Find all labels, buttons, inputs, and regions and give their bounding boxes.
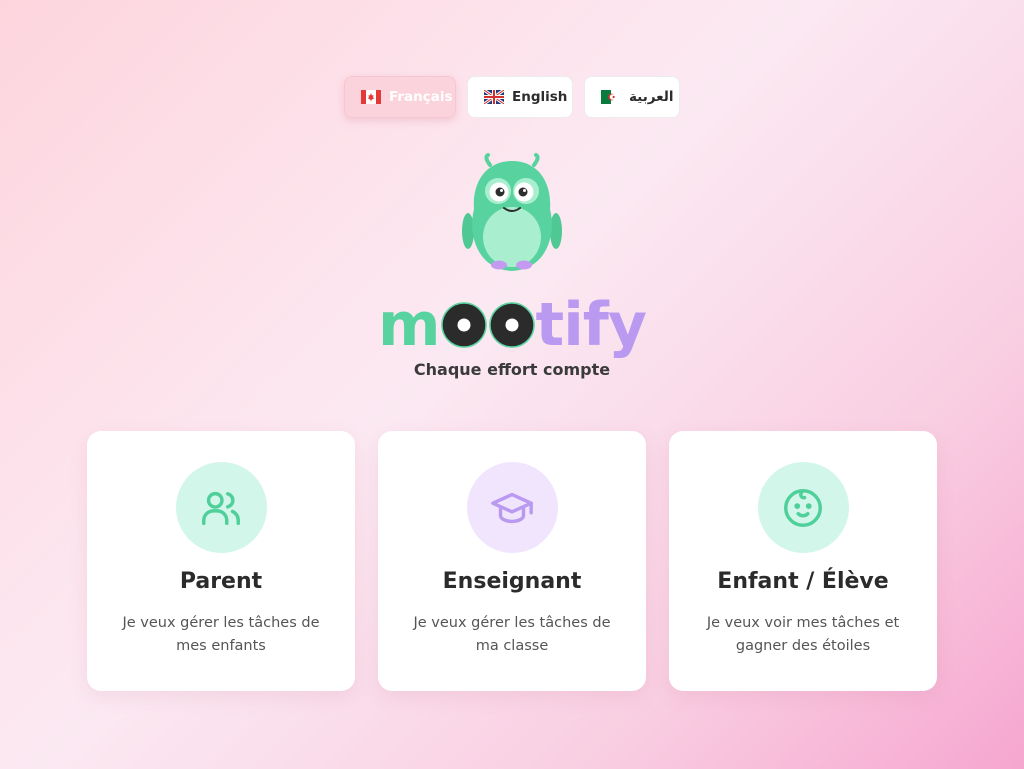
role-title: Enfant / Élève bbox=[717, 569, 889, 594]
logo-eyes-icon bbox=[440, 302, 535, 348]
role-description: Je veux gérer les tâches de mes enfants bbox=[122, 615, 320, 654]
role-card-child[interactable]: Enfant / Élève Je veux voir mes tâches e… bbox=[669, 431, 937, 691]
graduation-cap-icon bbox=[491, 492, 533, 523]
role-card-parent[interactable]: Parent Je veux gérer les tâches de mes e… bbox=[87, 431, 355, 691]
language-label: English bbox=[512, 89, 568, 105]
logo-letter-m: m bbox=[378, 290, 441, 360]
language-button-arabic[interactable]: العربية bbox=[584, 76, 680, 118]
role-title: Enseignant bbox=[442, 569, 582, 594]
role-card-teacher[interactable]: Enseignant Je veux gérer les tâches de m… bbox=[378, 431, 646, 691]
tagline: Chaque effort compte bbox=[413, 360, 611, 379]
users-icon bbox=[202, 491, 240, 525]
role-description: Je veux gérer les tâches de ma classe bbox=[413, 615, 611, 654]
role-description: Je veux voir mes tâches et gagner des ét… bbox=[706, 615, 900, 654]
language-selector: Français English العربية bbox=[0, 76, 1024, 118]
role-title: Parent bbox=[179, 569, 263, 594]
language-label: Français bbox=[389, 89, 453, 105]
role-icon-circle bbox=[466, 462, 558, 553]
uk-flag-icon bbox=[484, 90, 504, 104]
canada-flag-icon bbox=[361, 90, 381, 104]
language-button-french[interactable]: Français bbox=[344, 76, 456, 118]
role-icon-circle bbox=[757, 462, 849, 553]
child-face-icon bbox=[784, 488, 822, 527]
mascot-owl-icon bbox=[462, 153, 562, 271]
logo-letters-tify: tify bbox=[535, 290, 647, 360]
algeria-flag-icon bbox=[601, 90, 621, 104]
language-label: العربية bbox=[629, 89, 674, 105]
language-button-english[interactable]: English bbox=[467, 76, 573, 118]
role-icon-circle bbox=[175, 462, 267, 553]
brand-logo: m tify bbox=[0, 290, 1024, 360]
